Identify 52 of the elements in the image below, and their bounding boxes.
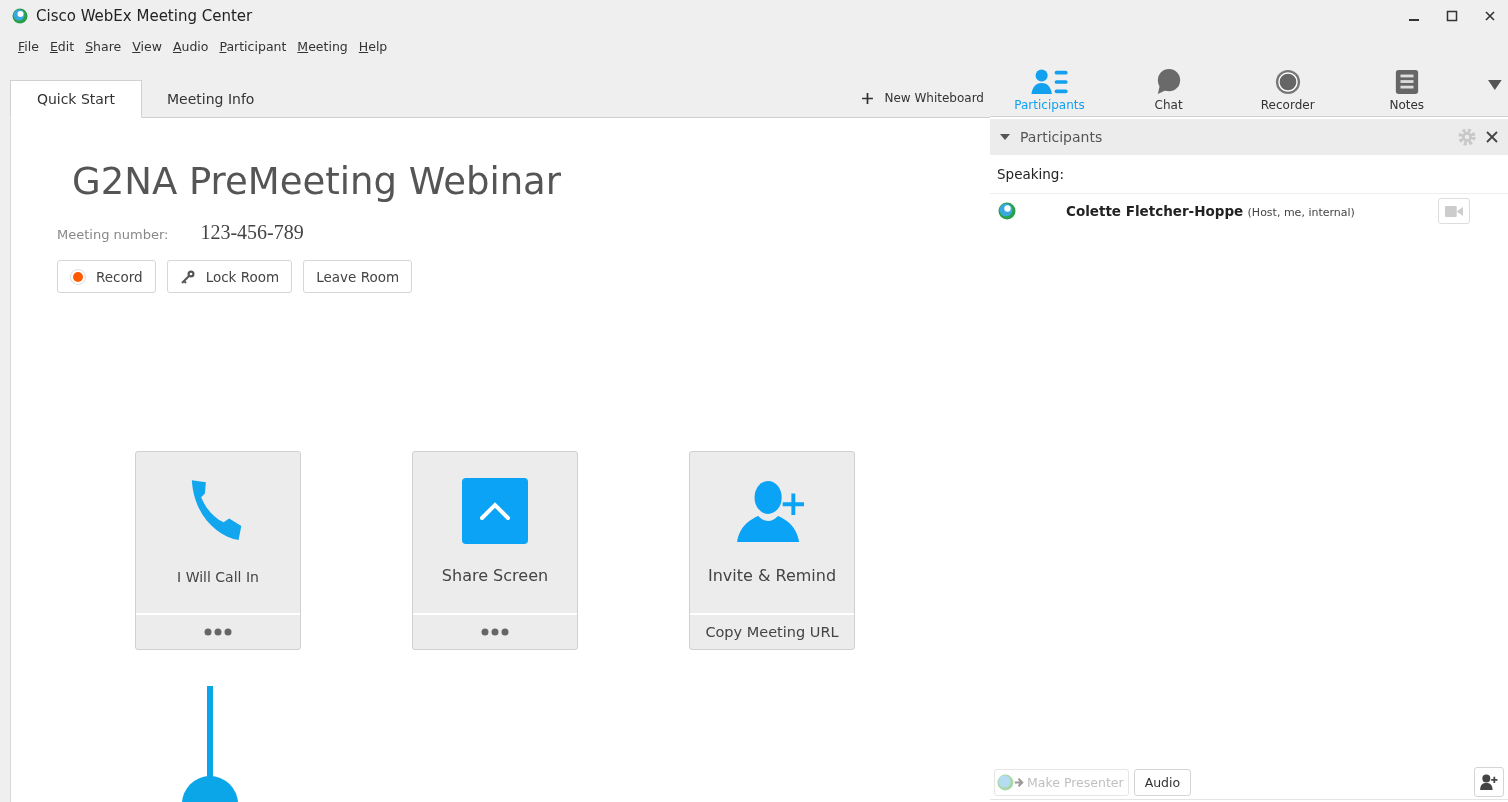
menu-item[interactable]: Help [358, 38, 388, 54]
lock-button[interactable]: Lock Room [166, 260, 293, 293]
new-whiteboard-button[interactable]: New Whiteboard [861, 79, 990, 117]
card-label: Invite & Remind [707, 566, 837, 585]
action-card[interactable]: Invite & Remind Copy Meeting URL [689, 451, 855, 650]
more-icon[interactable] [481, 628, 509, 636]
leave-button[interactable]: Leave Room [303, 260, 413, 293]
menu-item[interactable]: Edit [49, 38, 75, 54]
presenter-arrow-icon [997, 773, 1025, 791]
window-title: Cisco WebEx Meeting Center [36, 7, 253, 25]
tab[interactable]: Quick Start [10, 80, 142, 118]
close-icon[interactable] [1486, 131, 1498, 143]
action-card[interactable]: I Will Call In [135, 451, 301, 650]
dropdown-icon[interactable] [1488, 80, 1502, 90]
add-user-button[interactable] [1474, 767, 1504, 797]
menu-item[interactable]: File [18, 38, 39, 54]
copy-url-link[interactable]: Copy Meeting URL [705, 624, 839, 640]
maximize-icon[interactable] [1446, 10, 1458, 22]
action-card[interactable]: Share Screen [412, 451, 578, 650]
plus-icon [861, 91, 875, 105]
key-icon [179, 268, 196, 285]
meeting-number-label: Meeting number: [57, 227, 169, 242]
add-user-icon [737, 480, 807, 544]
menu-item[interactable]: Meeting [297, 38, 348, 54]
video-camera-icon [1445, 205, 1463, 217]
menu-item[interactable]: View [132, 38, 162, 54]
speaking-label: Speaking: [997, 166, 1064, 182]
user-status-icon [998, 202, 1016, 220]
menu-item[interactable]: Share [85, 38, 122, 54]
share-screen-icon [462, 478, 528, 544]
menu-item[interactable]: Participant [219, 38, 287, 54]
notebook-icon [1393, 69, 1420, 95]
meeting-title: G2NA PreMeeting Webinar [72, 160, 562, 203]
close-icon[interactable] [1484, 10, 1496, 22]
audio-button[interactable]: Audio [1133, 768, 1192, 796]
app-logo-icon [12, 8, 28, 24]
add-user-icon [1480, 774, 1498, 790]
participants-icon [1029, 69, 1070, 95]
meeting-number: 123-456-789 [200, 221, 304, 244]
panel-title: Participants [1020, 129, 1103, 145]
collapse-icon[interactable] [1000, 132, 1010, 142]
panel-tab[interactable]: Chat [1109, 69, 1229, 112]
card-label: I Will Call In [177, 569, 259, 585]
tab[interactable]: Meeting Info [142, 80, 280, 118]
more-icon[interactable] [204, 628, 232, 636]
participant-name[interactable]: Colette Fletcher-Hoppe (Host, me, internal) [1066, 203, 1355, 219]
panel-tab[interactable]: Recorder [1228, 69, 1348, 112]
card-label: Share Screen [441, 566, 549, 585]
menu-item[interactable]: Audio [172, 38, 209, 54]
record-button[interactable]: Record [57, 260, 156, 293]
record-icon [1273, 69, 1302, 95]
panel-tab[interactable]: Notes [1347, 69, 1467, 112]
